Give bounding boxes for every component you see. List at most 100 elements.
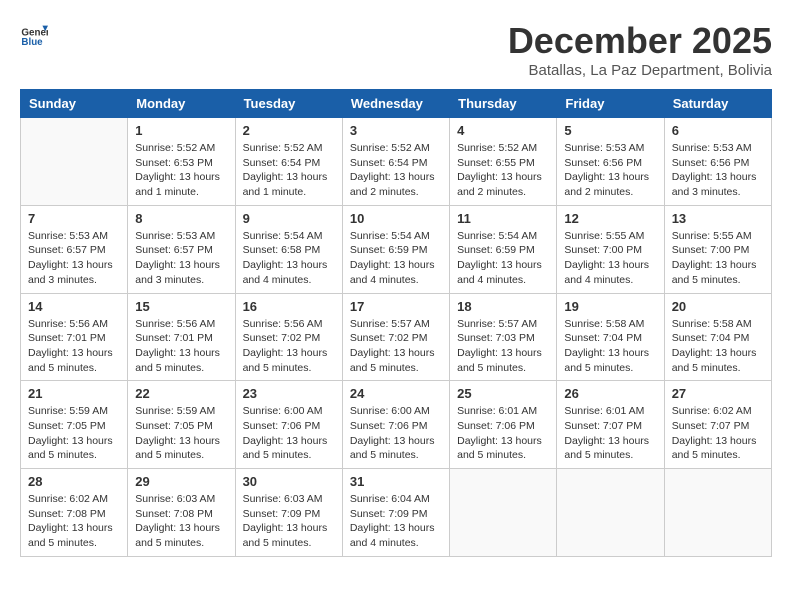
day-number: 26 bbox=[564, 386, 656, 401]
day-info: Sunrise: 5:56 AM Sunset: 7:01 PM Dayligh… bbox=[28, 317, 120, 376]
day-info: Sunrise: 6:00 AM Sunset: 7:06 PM Dayligh… bbox=[243, 404, 335, 463]
calendar-day-cell: 21 Sunrise: 5:59 AM Sunset: 7:05 PM Dayli… bbox=[21, 381, 128, 469]
day-info: Sunrise: 5:52 AM Sunset: 6:54 PM Dayligh… bbox=[350, 141, 442, 200]
calendar-day-cell: 8 Sunrise: 5:53 AM Sunset: 6:57 PM Daylig… bbox=[128, 205, 235, 293]
calendar-day-cell: 3 Sunrise: 5:52 AM Sunset: 6:54 PM Daylig… bbox=[342, 118, 449, 206]
day-number: 29 bbox=[135, 474, 227, 489]
calendar-day-cell: 26 Sunrise: 6:01 AM Sunset: 7:07 PM Dayli… bbox=[557, 381, 664, 469]
day-info: Sunrise: 5:57 AM Sunset: 7:03 PM Dayligh… bbox=[457, 317, 549, 376]
day-info: Sunrise: 5:52 AM Sunset: 6:54 PM Dayligh… bbox=[243, 141, 335, 200]
title-section: December 2025 Batallas, La Paz Departmen… bbox=[508, 20, 772, 79]
calendar-day-cell: 12 Sunrise: 5:55 AM Sunset: 7:00 PM Dayli… bbox=[557, 205, 664, 293]
logo: General Blue bbox=[20, 20, 48, 48]
calendar-day-cell: 9Sunrise: 5:54 AM Sunset: 6:58 PM Daylig… bbox=[235, 205, 342, 293]
day-number: 3 bbox=[350, 123, 442, 138]
calendar-week-row: 14 Sunrise: 5:56 AM Sunset: 7:01 PM Dayli… bbox=[21, 293, 772, 381]
calendar-day-cell bbox=[450, 469, 557, 557]
day-info: Sunrise: 6:02 AM Sunset: 7:07 PM Dayligh… bbox=[672, 404, 764, 463]
calendar-day-cell: 17 Sunrise: 5:57 AM Sunset: 7:02 PM Dayli… bbox=[342, 293, 449, 381]
day-number: 17 bbox=[350, 299, 442, 314]
weekday-header-cell: Friday bbox=[557, 90, 664, 118]
calendar-table: SundayMondayTuesdayWednesdayThursdayFrid… bbox=[20, 89, 772, 557]
calendar-week-row: 7 Sunrise: 5:53 AM Sunset: 6:57 PM Daylig… bbox=[21, 205, 772, 293]
day-number: 28 bbox=[28, 474, 120, 489]
day-info: Sunrise: 5:59 AM Sunset: 7:05 PM Dayligh… bbox=[28, 404, 120, 463]
calendar-day-cell: 27Sunrise: 6:02 AM Sunset: 7:07 PM Dayli… bbox=[664, 381, 771, 469]
day-number: 1 bbox=[135, 123, 227, 138]
calendar-day-cell: 2 Sunrise: 5:52 AM Sunset: 6:54 PM Daylig… bbox=[235, 118, 342, 206]
logo-icon: General Blue bbox=[20, 20, 48, 48]
calendar-day-cell: 14 Sunrise: 5:56 AM Sunset: 7:01 PM Dayli… bbox=[21, 293, 128, 381]
day-number: 9 bbox=[243, 211, 335, 226]
day-number: 21 bbox=[28, 386, 120, 401]
day-info: Sunrise: 6:03 AM Sunset: 7:09 PM Dayligh… bbox=[243, 492, 335, 551]
day-info: Sunrise: 6:01 AM Sunset: 7:06 PM Dayligh… bbox=[457, 404, 549, 463]
day-info: Sunrise: 5:52 AM Sunset: 6:55 PM Dayligh… bbox=[457, 141, 549, 200]
day-number: 14 bbox=[28, 299, 120, 314]
day-number: 6 bbox=[672, 123, 764, 138]
calendar-day-cell: 22Sunrise: 5:59 AM Sunset: 7:05 PM Dayli… bbox=[128, 381, 235, 469]
calendar-day-cell: 4 Sunrise: 5:52 AM Sunset: 6:55 PM Daylig… bbox=[450, 118, 557, 206]
calendar-day-cell bbox=[21, 118, 128, 206]
day-number: 7 bbox=[28, 211, 120, 226]
day-number: 16 bbox=[243, 299, 335, 314]
day-info: Sunrise: 5:57 AM Sunset: 7:02 PM Dayligh… bbox=[350, 317, 442, 376]
day-number: 22 bbox=[135, 386, 227, 401]
day-info: Sunrise: 5:55 AM Sunset: 7:00 PM Dayligh… bbox=[564, 229, 656, 288]
weekday-header-cell: Wednesday bbox=[342, 90, 449, 118]
calendar-day-cell: 7 Sunrise: 5:53 AM Sunset: 6:57 PM Daylig… bbox=[21, 205, 128, 293]
calendar-day-cell: 29Sunrise: 6:03 AM Sunset: 7:08 PM Dayli… bbox=[128, 469, 235, 557]
calendar-day-cell: 28 Sunrise: 6:02 AM Sunset: 7:08 PM Dayli… bbox=[21, 469, 128, 557]
day-info: Sunrise: 5:53 AM Sunset: 6:57 PM Dayligh… bbox=[28, 229, 120, 288]
day-number: 5 bbox=[564, 123, 656, 138]
day-info: Sunrise: 6:02 AM Sunset: 7:08 PM Dayligh… bbox=[28, 492, 120, 551]
day-number: 13 bbox=[672, 211, 764, 226]
calendar-day-cell: 1 Sunrise: 5:52 AM Sunset: 6:53 PM Daylig… bbox=[128, 118, 235, 206]
day-number: 24 bbox=[350, 386, 442, 401]
calendar-day-cell: 25 Sunrise: 6:01 AM Sunset: 7:06 PM Dayli… bbox=[450, 381, 557, 469]
day-number: 20 bbox=[672, 299, 764, 314]
day-info: Sunrise: 5:55 AM Sunset: 7:00 PM Dayligh… bbox=[672, 229, 764, 288]
calendar-day-cell: 31 Sunrise: 6:04 AM Sunset: 7:09 PM Dayli… bbox=[342, 469, 449, 557]
calendar-day-cell: 15Sunrise: 5:56 AM Sunset: 7:01 PM Dayli… bbox=[128, 293, 235, 381]
calendar-day-cell: 30Sunrise: 6:03 AM Sunset: 7:09 PM Dayli… bbox=[235, 469, 342, 557]
calendar-week-row: 28 Sunrise: 6:02 AM Sunset: 7:08 PM Dayli… bbox=[21, 469, 772, 557]
calendar-day-cell: 20Sunrise: 5:58 AM Sunset: 7:04 PM Dayli… bbox=[664, 293, 771, 381]
calendar-day-cell: 23Sunrise: 6:00 AM Sunset: 7:06 PM Dayli… bbox=[235, 381, 342, 469]
day-info: Sunrise: 6:00 AM Sunset: 7:06 PM Dayligh… bbox=[350, 404, 442, 463]
day-info: Sunrise: 5:52 AM Sunset: 6:53 PM Dayligh… bbox=[135, 141, 227, 200]
calendar-day-cell: 16Sunrise: 5:56 AM Sunset: 7:02 PM Dayli… bbox=[235, 293, 342, 381]
day-info: Sunrise: 5:58 AM Sunset: 7:04 PM Dayligh… bbox=[564, 317, 656, 376]
weekday-header-cell: Sunday bbox=[21, 90, 128, 118]
calendar-body: 1 Sunrise: 5:52 AM Sunset: 6:53 PM Daylig… bbox=[21, 118, 772, 557]
calendar-day-cell bbox=[557, 469, 664, 557]
calendar-day-cell: 18 Sunrise: 5:57 AM Sunset: 7:03 PM Dayli… bbox=[450, 293, 557, 381]
day-number: 18 bbox=[457, 299, 549, 314]
weekday-header-cell: Monday bbox=[128, 90, 235, 118]
day-info: Sunrise: 5:53 AM Sunset: 6:56 PM Dayligh… bbox=[564, 141, 656, 200]
page-header: General Blue December 2025 Batallas, La … bbox=[20, 20, 772, 79]
day-number: 19 bbox=[564, 299, 656, 314]
day-number: 12 bbox=[564, 211, 656, 226]
calendar-day-cell bbox=[664, 469, 771, 557]
month-title: December 2025 bbox=[508, 20, 772, 62]
day-number: 10 bbox=[350, 211, 442, 226]
day-number: 2 bbox=[243, 123, 335, 138]
day-info: Sunrise: 5:56 AM Sunset: 7:01 PM Dayligh… bbox=[135, 317, 227, 376]
day-number: 4 bbox=[457, 123, 549, 138]
day-info: Sunrise: 6:04 AM Sunset: 7:09 PM Dayligh… bbox=[350, 492, 442, 551]
weekday-header-cell: Thursday bbox=[450, 90, 557, 118]
calendar-day-cell: 11Sunrise: 5:54 AM Sunset: 6:59 PM Dayli… bbox=[450, 205, 557, 293]
day-number: 8 bbox=[135, 211, 227, 226]
day-number: 25 bbox=[457, 386, 549, 401]
day-number: 31 bbox=[350, 474, 442, 489]
day-number: 11 bbox=[457, 211, 549, 226]
day-info: Sunrise: 6:01 AM Sunset: 7:07 PM Dayligh… bbox=[564, 404, 656, 463]
calendar-week-row: 1 Sunrise: 5:52 AM Sunset: 6:53 PM Daylig… bbox=[21, 118, 772, 206]
svg-text:Blue: Blue bbox=[21, 37, 43, 48]
location: Batallas, La Paz Department, Bolivia bbox=[508, 62, 772, 79]
calendar-day-cell: 19 Sunrise: 5:58 AM Sunset: 7:04 PM Dayli… bbox=[557, 293, 664, 381]
day-info: Sunrise: 5:53 AM Sunset: 6:57 PM Dayligh… bbox=[135, 229, 227, 288]
calendar-week-row: 21 Sunrise: 5:59 AM Sunset: 7:05 PM Dayli… bbox=[21, 381, 772, 469]
calendar-day-cell: 24 Sunrise: 6:00 AM Sunset: 7:06 PM Dayli… bbox=[342, 381, 449, 469]
